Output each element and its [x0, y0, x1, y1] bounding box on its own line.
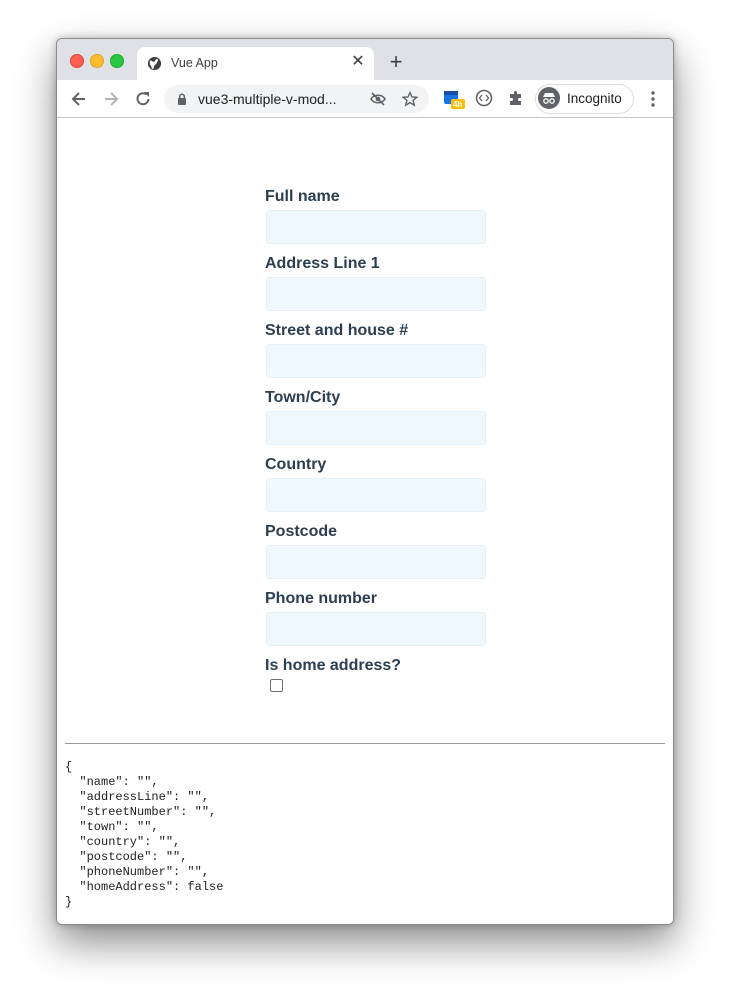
- field-phone-number: Phone number: [265, 589, 489, 646]
- new-tab-button[interactable]: +: [387, 51, 405, 73]
- field-address-line: Address Line 1: [265, 254, 489, 311]
- tab-close-icon[interactable]: ✕: [350, 54, 366, 70]
- back-arrow-icon[interactable]: [69, 89, 89, 109]
- divider: [65, 743, 665, 744]
- field-postcode: Postcode: [265, 522, 489, 579]
- phone-number-label: Phone number: [265, 590, 378, 607]
- browser-toolbar: vue3-multiple-v-mod... 4h Incognito: [57, 80, 673, 118]
- forward-arrow-icon[interactable]: [101, 89, 121, 109]
- maximize-window-button[interactable]: [110, 54, 124, 68]
- full-name-input[interactable]: [266, 210, 486, 244]
- extension-badge: 4h: [453, 100, 463, 109]
- home-address-label: Is home address?: [265, 657, 402, 674]
- field-country: Country: [265, 455, 489, 512]
- full-name-label: Full name: [265, 188, 340, 205]
- home-address-checkbox[interactable]: [270, 679, 283, 692]
- field-home-address: Is home address?: [265, 656, 489, 692]
- incognito-profile-button[interactable]: Incognito: [535, 84, 634, 114]
- address-line-input[interactable]: [266, 277, 486, 311]
- street-number-input[interactable]: [266, 344, 486, 378]
- extension-code-icon[interactable]: [475, 89, 493, 107]
- globe-icon: [147, 56, 162, 71]
- close-window-button[interactable]: [70, 54, 84, 68]
- url-text[interactable]: vue3-multiple-v-mod...: [198, 91, 337, 107]
- tab-title: Vue App: [171, 56, 218, 70]
- browser-window: Vue App ✕ + vue3-multiple-v-mod... 4h In…: [56, 38, 674, 925]
- minimize-window-button[interactable]: [90, 54, 104, 68]
- postcode-input[interactable]: [266, 545, 486, 579]
- page-content: Full name Address Line 1 Street and hous…: [57, 118, 673, 924]
- bookmark-star-icon[interactable]: [402, 91, 418, 107]
- tab-bar: Vue App ✕ +: [57, 39, 673, 80]
- country-label: Country: [265, 456, 327, 473]
- town-input[interactable]: [266, 411, 486, 445]
- extensions-puzzle-icon[interactable]: [507, 89, 525, 107]
- field-street-number: Street and house #: [265, 321, 489, 378]
- postcode-label: Postcode: [265, 523, 338, 540]
- reload-icon[interactable]: [133, 89, 153, 109]
- address-bar[interactable]: vue3-multiple-v-mod...: [164, 85, 429, 113]
- field-town: Town/City: [265, 388, 489, 445]
- eye-slash-icon[interactable]: [370, 91, 386, 107]
- address-form: Full name Address Line 1 Street and hous…: [265, 187, 489, 702]
- form-state-json: { "name": "", "addressLine": "", "street…: [65, 760, 224, 909]
- lock-icon[interactable]: [177, 93, 187, 105]
- town-label: Town/City: [265, 389, 341, 406]
- tab-vue-app[interactable]: Vue App ✕: [137, 47, 374, 80]
- field-full-name: Full name: [265, 187, 489, 244]
- phone-number-input[interactable]: [266, 612, 486, 646]
- more-menu-icon[interactable]: [645, 89, 661, 109]
- address-line-label: Address Line 1: [265, 255, 380, 272]
- incognito-icon: [538, 87, 560, 109]
- street-number-label: Street and house #: [265, 322, 409, 339]
- country-input[interactable]: [266, 478, 486, 512]
- incognito-label: Incognito: [567, 91, 622, 106]
